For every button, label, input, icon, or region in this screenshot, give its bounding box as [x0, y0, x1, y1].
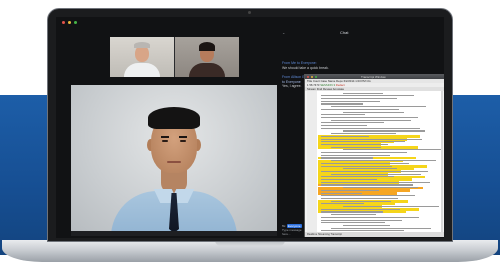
transcript-body[interactable]	[307, 91, 443, 232]
transcript-line	[343, 224, 390, 227]
transcript-line	[321, 125, 367, 127]
participant-tile-1[interactable]	[110, 37, 174, 77]
transcript-line	[321, 108, 399, 110]
transcript-line	[321, 203, 364, 205]
chat-input-area: To: Everyone Type message here...	[282, 224, 308, 236]
transcript-line	[321, 135, 369, 137]
transcript-line	[331, 200, 391, 202]
transcript-line	[343, 130, 425, 132]
transcript-line	[321, 100, 380, 102]
transcript-line	[321, 95, 414, 97]
transcript-scrollbar[interactable]	[441, 91, 443, 232]
transcript-line	[321, 222, 385, 224]
transcript-line	[321, 170, 428, 173]
speaker-hair	[148, 107, 200, 129]
transcript-line	[321, 116, 418, 119]
transcript-line	[331, 173, 421, 175]
chat-message-input[interactable]: Type message here...	[282, 228, 308, 236]
transcript-line	[321, 98, 397, 100]
transcript-line	[321, 152, 407, 154]
minimize-dot[interactable]	[311, 75, 313, 78]
transcript-line	[343, 168, 397, 170]
transcript-line	[321, 162, 409, 164]
transcript-line	[321, 181, 430, 183]
transcript-line	[321, 127, 420, 129]
transcript-line	[321, 103, 363, 105]
transcript-line	[343, 206, 439, 208]
transcript-line	[343, 149, 443, 151]
speaker-brow-right	[179, 136, 187, 138]
speaker-eye-left	[162, 140, 168, 142]
zoom-dot[interactable]	[315, 75, 317, 78]
close-dot[interactable]	[307, 75, 309, 78]
participant-hair	[199, 42, 215, 51]
transcript-line	[321, 195, 415, 197]
transcript-line	[321, 143, 388, 146]
webcam	[248, 11, 251, 14]
transcript-line	[321, 211, 383, 213]
transcript-line	[321, 197, 398, 200]
transcript-line	[321, 141, 405, 143]
speaker-mouth	[167, 161, 181, 163]
video-control-bar[interactable]	[71, 231, 277, 236]
transcript-line	[321, 184, 413, 186]
transcript-line	[331, 146, 381, 148]
transcript-window: Transcript Window Title Court Case Name …	[304, 74, 444, 237]
participant-hair	[134, 42, 150, 48]
transcript-line	[331, 133, 396, 135]
transcript-line	[321, 219, 402, 221]
transcript-line	[331, 106, 426, 108]
transcript-line	[321, 114, 365, 116]
participant-tile-2[interactable]	[175, 37, 239, 77]
chat-text: We should take a quick break.	[282, 65, 329, 70]
app-screen: ⌄ Chat From Me to Everyone: We should ta…	[56, 17, 444, 238]
transcript-line	[331, 214, 376, 216]
chat-collapse-icon[interactable]: ⌄	[282, 30, 285, 36]
participant-gallery	[110, 37, 239, 77]
participant-shirt	[189, 63, 225, 77]
speaker-eye-right	[180, 140, 186, 142]
transcript-window-controls	[307, 75, 317, 78]
transcript-line	[343, 111, 404, 113]
transcript-line	[321, 165, 392, 167]
transcript-window-title: Transcript Window	[361, 74, 386, 79]
transcript-line	[331, 160, 436, 162]
transcript-line	[321, 208, 400, 210]
transcript-line	[321, 179, 377, 181]
minimize-dot[interactable]	[68, 21, 71, 24]
transcript-line	[321, 138, 422, 140]
close-dot[interactable]	[62, 21, 65, 24]
transcript-line	[321, 122, 384, 124]
participant-shirt	[124, 63, 160, 77]
window-controls	[62, 21, 77, 24]
chat-title: Chat	[340, 30, 349, 35]
transcript-status-bar: Realtime Streaming Transcript	[305, 232, 444, 237]
transcript-line	[343, 187, 418, 189]
transcript-line	[331, 119, 411, 121]
transcript-line	[321, 154, 390, 156]
transcript-line	[343, 92, 383, 94]
zoom-dot[interactable]	[74, 21, 77, 24]
transcript-line	[321, 216, 419, 218]
transcript-line	[321, 192, 362, 194]
transcript-line	[321, 189, 379, 191]
chat-message: From Me to Everyone: We should take a qu…	[282, 61, 352, 70]
main-speaker-video[interactable]	[71, 85, 277, 231]
transcript-line	[321, 157, 373, 159]
transcript-line	[321, 176, 394, 178]
transcript-line	[331, 227, 431, 229]
speaker-brow-left	[161, 136, 169, 138]
